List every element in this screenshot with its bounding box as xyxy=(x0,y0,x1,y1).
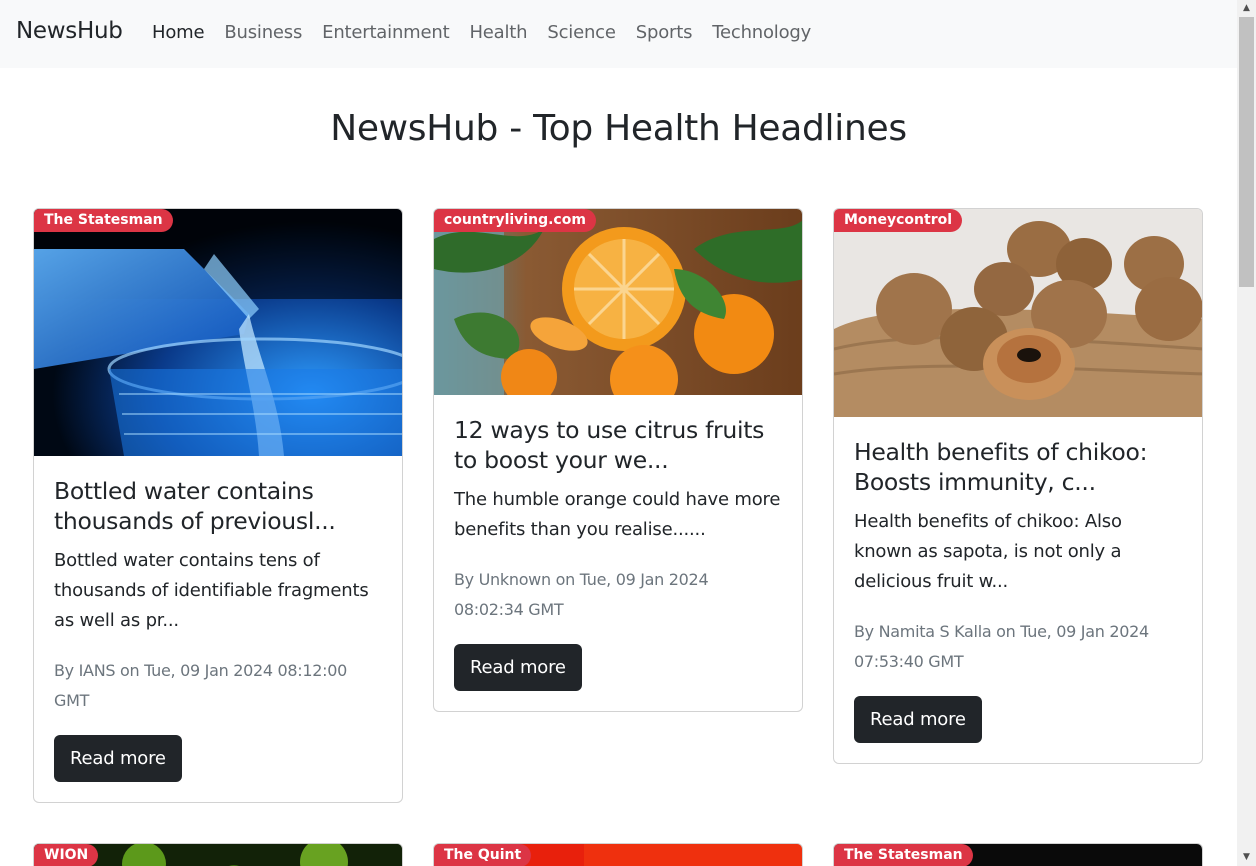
card-body: Health benefits of chikoo: Boosts immuni… xyxy=(834,417,1202,763)
chikoo-fruit-image xyxy=(834,209,1202,417)
read-more-button[interactable]: Read more xyxy=(54,735,182,782)
water-bottle-image xyxy=(34,209,402,456)
article-meta: By Namita S Kalla on Tue, 09 Jan 2024 07… xyxy=(854,622,1149,671)
source-badge: countryliving.com xyxy=(434,209,596,232)
article-image: The Statesman xyxy=(34,209,402,456)
citrus-fruits-image xyxy=(434,209,802,395)
nav-link-sports[interactable]: Sports xyxy=(636,22,693,43)
article-meta: By Unknown on Tue, 09 Jan 2024 08:02:34 … xyxy=(454,570,709,619)
news-card: countryliving.com 12 ways to use citrus … xyxy=(433,208,803,712)
nav-link-business[interactable]: Business xyxy=(224,22,302,43)
article-title: 12 ways to use citrus fruits to boost yo… xyxy=(454,416,765,474)
scroll-thumb[interactable] xyxy=(1239,17,1254,287)
article-description: Bottled water contains tens of thousands… xyxy=(54,550,369,631)
article-description: Health benefits of chikoo: Also known as… xyxy=(854,511,1122,592)
nav-link-home[interactable]: Home xyxy=(152,22,205,43)
source-badge: The Statesman xyxy=(834,844,973,866)
article-image: countryliving.com xyxy=(434,209,802,395)
article-description: The humble orange could have more benefi… xyxy=(454,489,781,540)
page-title: NewsHub - Top Health Headlines xyxy=(330,108,907,149)
news-card: Moneycontrol Health benefits of chikoo: … xyxy=(833,208,1203,764)
article-image: Moneycontrol xyxy=(834,209,1202,417)
article-image: The Quint xyxy=(434,844,802,866)
navbar: NewsHub Home Business Entertainment Heal… xyxy=(0,0,1237,68)
read-more-button[interactable]: Read more xyxy=(454,644,582,691)
news-card: The Statesman Bottled water contains tho… xyxy=(33,208,403,803)
nav-link-health[interactable]: Health xyxy=(469,22,527,43)
card-body: Bottled water contains thousands of prev… xyxy=(34,456,402,802)
source-badge: The Statesman xyxy=(34,209,173,232)
news-card: The Statesman xyxy=(833,843,1203,866)
source-badge: The Quint xyxy=(434,844,532,866)
scroll-up-arrow-icon[interactable]: ▲ xyxy=(1237,0,1256,17)
card-body: 12 ways to use citrus fruits to boost yo… xyxy=(434,395,802,711)
news-card: The Quint xyxy=(433,843,803,866)
article-title: Health benefits of chikoo: Boosts immuni… xyxy=(854,438,1148,496)
scroll-down-arrow-icon[interactable]: ▼ xyxy=(1237,849,1256,866)
nav-link-science[interactable]: Science xyxy=(547,22,616,43)
nav-link-technology[interactable]: Technology xyxy=(712,22,811,43)
article-title: Bottled water contains thousands of prev… xyxy=(54,477,336,535)
news-card: WION xyxy=(33,843,403,866)
nav-links: Home Business Entertainment Health Scien… xyxy=(152,22,831,43)
source-badge: WION xyxy=(34,844,99,866)
source-badge: Moneycontrol xyxy=(834,209,963,232)
page-scrollbar[interactable]: ▲ ▼ xyxy=(1237,0,1256,866)
read-more-button[interactable]: Read more xyxy=(854,696,982,743)
brand-logo[interactable]: NewsHub xyxy=(16,18,123,44)
article-image: WION xyxy=(34,844,402,866)
article-image: The Statesman xyxy=(834,844,1202,866)
nav-link-entertainment[interactable]: Entertainment xyxy=(322,22,449,43)
article-meta: By IANS on Tue, 09 Jan 2024 08:12:00 GMT xyxy=(54,661,347,710)
